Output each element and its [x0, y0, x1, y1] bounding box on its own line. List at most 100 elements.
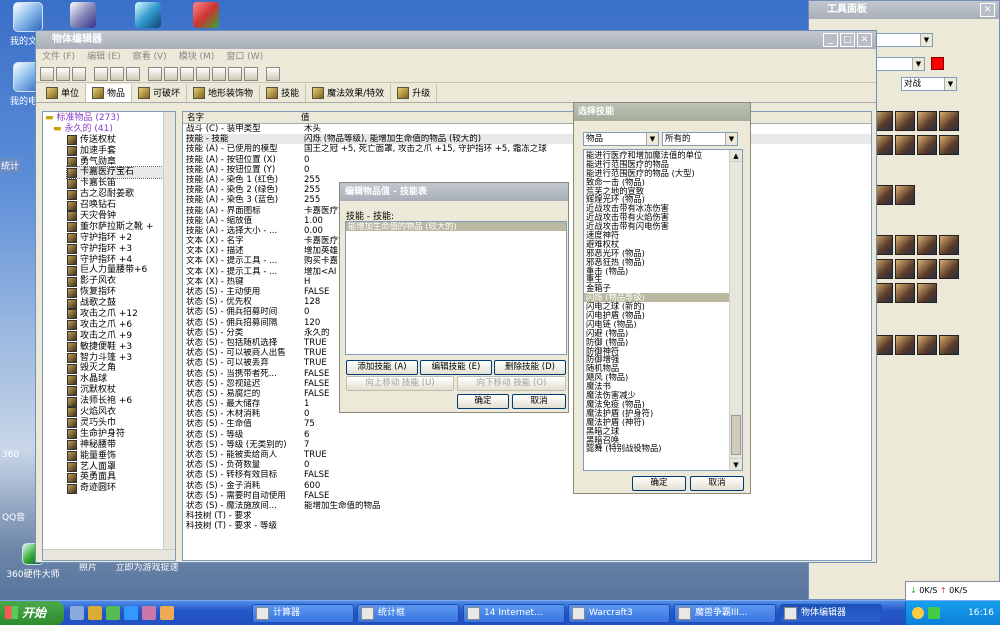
unit-portrait[interactable] [895, 335, 915, 355]
save-icon[interactable] [72, 66, 86, 81]
scope-filter-select[interactable]: 所有的 ▼ [662, 132, 738, 146]
quick-launch-icon[interactable] [124, 606, 138, 620]
tree-item[interactable]: 战歌之鼓 [67, 298, 173, 309]
task-warcraft-editor[interactable]: 魔兽争霸III... [674, 604, 776, 623]
import-manager-icon[interactable] [244, 66, 258, 81]
tree-item[interactable]: 艺人面罩 [67, 462, 173, 473]
delete-ability-button[interactable]: 删除技能 (D) [494, 360, 566, 375]
scroll-down-icon[interactable]: ▼ [730, 458, 742, 470]
quick-launch-icon[interactable] [70, 606, 84, 620]
unit-portrait[interactable] [895, 259, 915, 279]
menu-edit[interactable]: 编辑 (E) [87, 49, 121, 65]
tab-upgrades[interactable]: 升级 [391, 83, 438, 102]
task-internet[interactable]: 14 Internet... [463, 604, 565, 623]
scroll-thumb[interactable] [731, 415, 741, 455]
tree-scrollbar[interactable] [163, 112, 175, 560]
cut-icon[interactable] [94, 66, 108, 81]
add-ability-button[interactable]: 添加技能 (A) [346, 360, 418, 375]
move-down-button[interactable]: 向下移动 技能 (O) [457, 376, 566, 391]
ability-select-list[interactable]: 能进行医疗和增加魔法值的单位 能进行范围医疗的物品 能进行范围医疗的物品 (大型) 致… [583, 149, 743, 471]
tree-item[interactable]: 攻击之爪 +9 [67, 331, 173, 342]
tree-item[interactable]: 影子风衣 [67, 276, 173, 287]
unit-portrait[interactable] [895, 185, 915, 205]
tree-item[interactable]: 攻击之爪 +6 [67, 320, 173, 331]
new-icon[interactable] [40, 66, 54, 81]
paste-icon[interactable] [126, 66, 140, 81]
menu-window[interactable]: 窗口 (W) [226, 49, 263, 65]
close-icon[interactable]: ✕ [980, 3, 995, 17]
ability-list[interactable]: 能增加生命值的物品 (较大的) [345, 221, 567, 355]
tree-item[interactable]: 勇气勋章 [67, 157, 173, 168]
quick-launch-icon[interactable] [142, 606, 156, 620]
tree-item[interactable]: 传送权杖 [67, 135, 173, 146]
edit-dialog-titlebar[interactable]: 编辑物品值 - 技能表 [340, 183, 568, 201]
tab-doodads[interactable]: 地形装饰物 [187, 83, 261, 102]
list-scrollbar[interactable]: ▲ ▼ [729, 150, 742, 470]
quick-launch-icon[interactable] [88, 606, 102, 620]
tree-item[interactable]: 守护指环 +4 [67, 255, 173, 266]
tool-panel-select-1[interactable]: ▼ [869, 33, 933, 47]
move-up-button[interactable]: 向上移动 技能 (U) [346, 376, 454, 391]
tree-hscrollbar[interactable] [43, 549, 175, 560]
tree-item[interactable]: 召唤钻石 [67, 200, 173, 211]
tab-units[interactable]: 单位 [40, 83, 87, 102]
quick-launch-icon[interactable] [160, 606, 174, 620]
menu-view[interactable]: 察看 (V) [133, 49, 167, 65]
ability-option[interactable]: 懿舞 (特别战役物品) [584, 444, 730, 453]
property-row[interactable]: 科技树 (T) - 要求 [186, 511, 871, 521]
tab-abilities[interactable]: 技能 [260, 83, 307, 102]
open-icon[interactable] [56, 66, 70, 81]
property-row[interactable]: 战斗 (C) - 装甲类型 木头 [186, 124, 871, 134]
tab-items[interactable]: 物品 [86, 83, 133, 102]
tree-item[interactable]: 智力斗篷 +3 [67, 353, 173, 364]
tree-item[interactable]: 法师长袍 +6 [67, 396, 173, 407]
unit-portrait[interactable] [895, 135, 915, 155]
tree-item[interactable]: 英勇面具 [67, 472, 173, 483]
unit-portrait[interactable] [917, 283, 937, 303]
unit-portrait[interactable] [917, 335, 937, 355]
minimize-icon[interactable]: _ [823, 33, 838, 47]
sound-editor-icon[interactable] [180, 66, 194, 81]
close-icon[interactable]: ✕ [857, 33, 872, 47]
property-row[interactable]: 状态 (S) - 等级 6 [186, 430, 871, 440]
trigger-editor-icon[interactable] [164, 66, 178, 81]
tree-item[interactable]: 卡嘉医疗宝石 [66, 166, 174, 180]
tree-item[interactable]: 能量垂饰 [67, 451, 173, 462]
desktop-shortcut-2[interactable] [135, 2, 161, 28]
tree-item[interactable]: 守护指环 +3 [67, 244, 173, 255]
task-calculator[interactable]: 计算器 [252, 604, 354, 623]
unit-portrait[interactable] [939, 259, 959, 279]
tree-item[interactable]: 守护指环 +2 [67, 233, 173, 244]
property-row[interactable]: 技能 (A) - 按钮位置 (X) 0 [186, 155, 871, 165]
task-object-editor[interactable]: 物体编辑器 [780, 604, 882, 623]
campaign-editor-icon[interactable] [212, 66, 226, 81]
tree-item[interactable]: 毁灭之角 [67, 363, 173, 374]
unit-portrait[interactable] [917, 135, 937, 155]
property-row[interactable]: 状态 (S) - 转移有效目标 FALSE [186, 470, 871, 480]
quick-launch-icon[interactable] [106, 606, 120, 620]
unit-portrait[interactable] [917, 259, 937, 279]
tree-item[interactable]: 神秘腰带 [67, 440, 173, 451]
tab-buffs[interactable]: 魔法效果/特效 [306, 83, 392, 102]
task-warcraft3[interactable]: Warcraft3 [568, 604, 670, 623]
tree-root[interactable]: ▬ 标准物品 (273) [45, 113, 173, 124]
tab-destructibles[interactable]: 可破坏 [132, 83, 188, 102]
tree-item[interactable]: 巨人力量腰带+6 [67, 265, 173, 276]
tree-item[interactable]: 灵巧头巾 [67, 418, 173, 429]
tree-item[interactable]: 恢复指环 [67, 287, 173, 298]
tree-item[interactable]: 天灾骨钟 [67, 211, 173, 222]
ok-button[interactable]: 确定 [457, 394, 509, 409]
edit-ability-dialog[interactable]: 编辑物品值 - 技能表 技能 - 技能: 能增加生命值的物品 (较大的) 添加技… [339, 182, 569, 413]
unit-portrait[interactable] [917, 235, 937, 255]
copy-icon[interactable] [110, 66, 124, 81]
tree-item[interactable]: 沉默权杖 [67, 385, 173, 396]
unit-portrait[interactable] [939, 111, 959, 131]
tree-item[interactable]: 敏捷便鞋 +3 [67, 342, 173, 353]
unit-portrait[interactable] [895, 235, 915, 255]
property-row[interactable]: 技能 (A) - 按钮位置 (Y) 0 [186, 165, 871, 175]
tray-icon[interactable] [928, 607, 940, 619]
tray-icon[interactable] [912, 607, 924, 619]
unit-portrait[interactable] [939, 135, 959, 155]
tree-folder[interactable]: ▬ 永久的 (41) [45, 124, 173, 135]
desktop-shortcut-3[interactable] [193, 2, 219, 28]
